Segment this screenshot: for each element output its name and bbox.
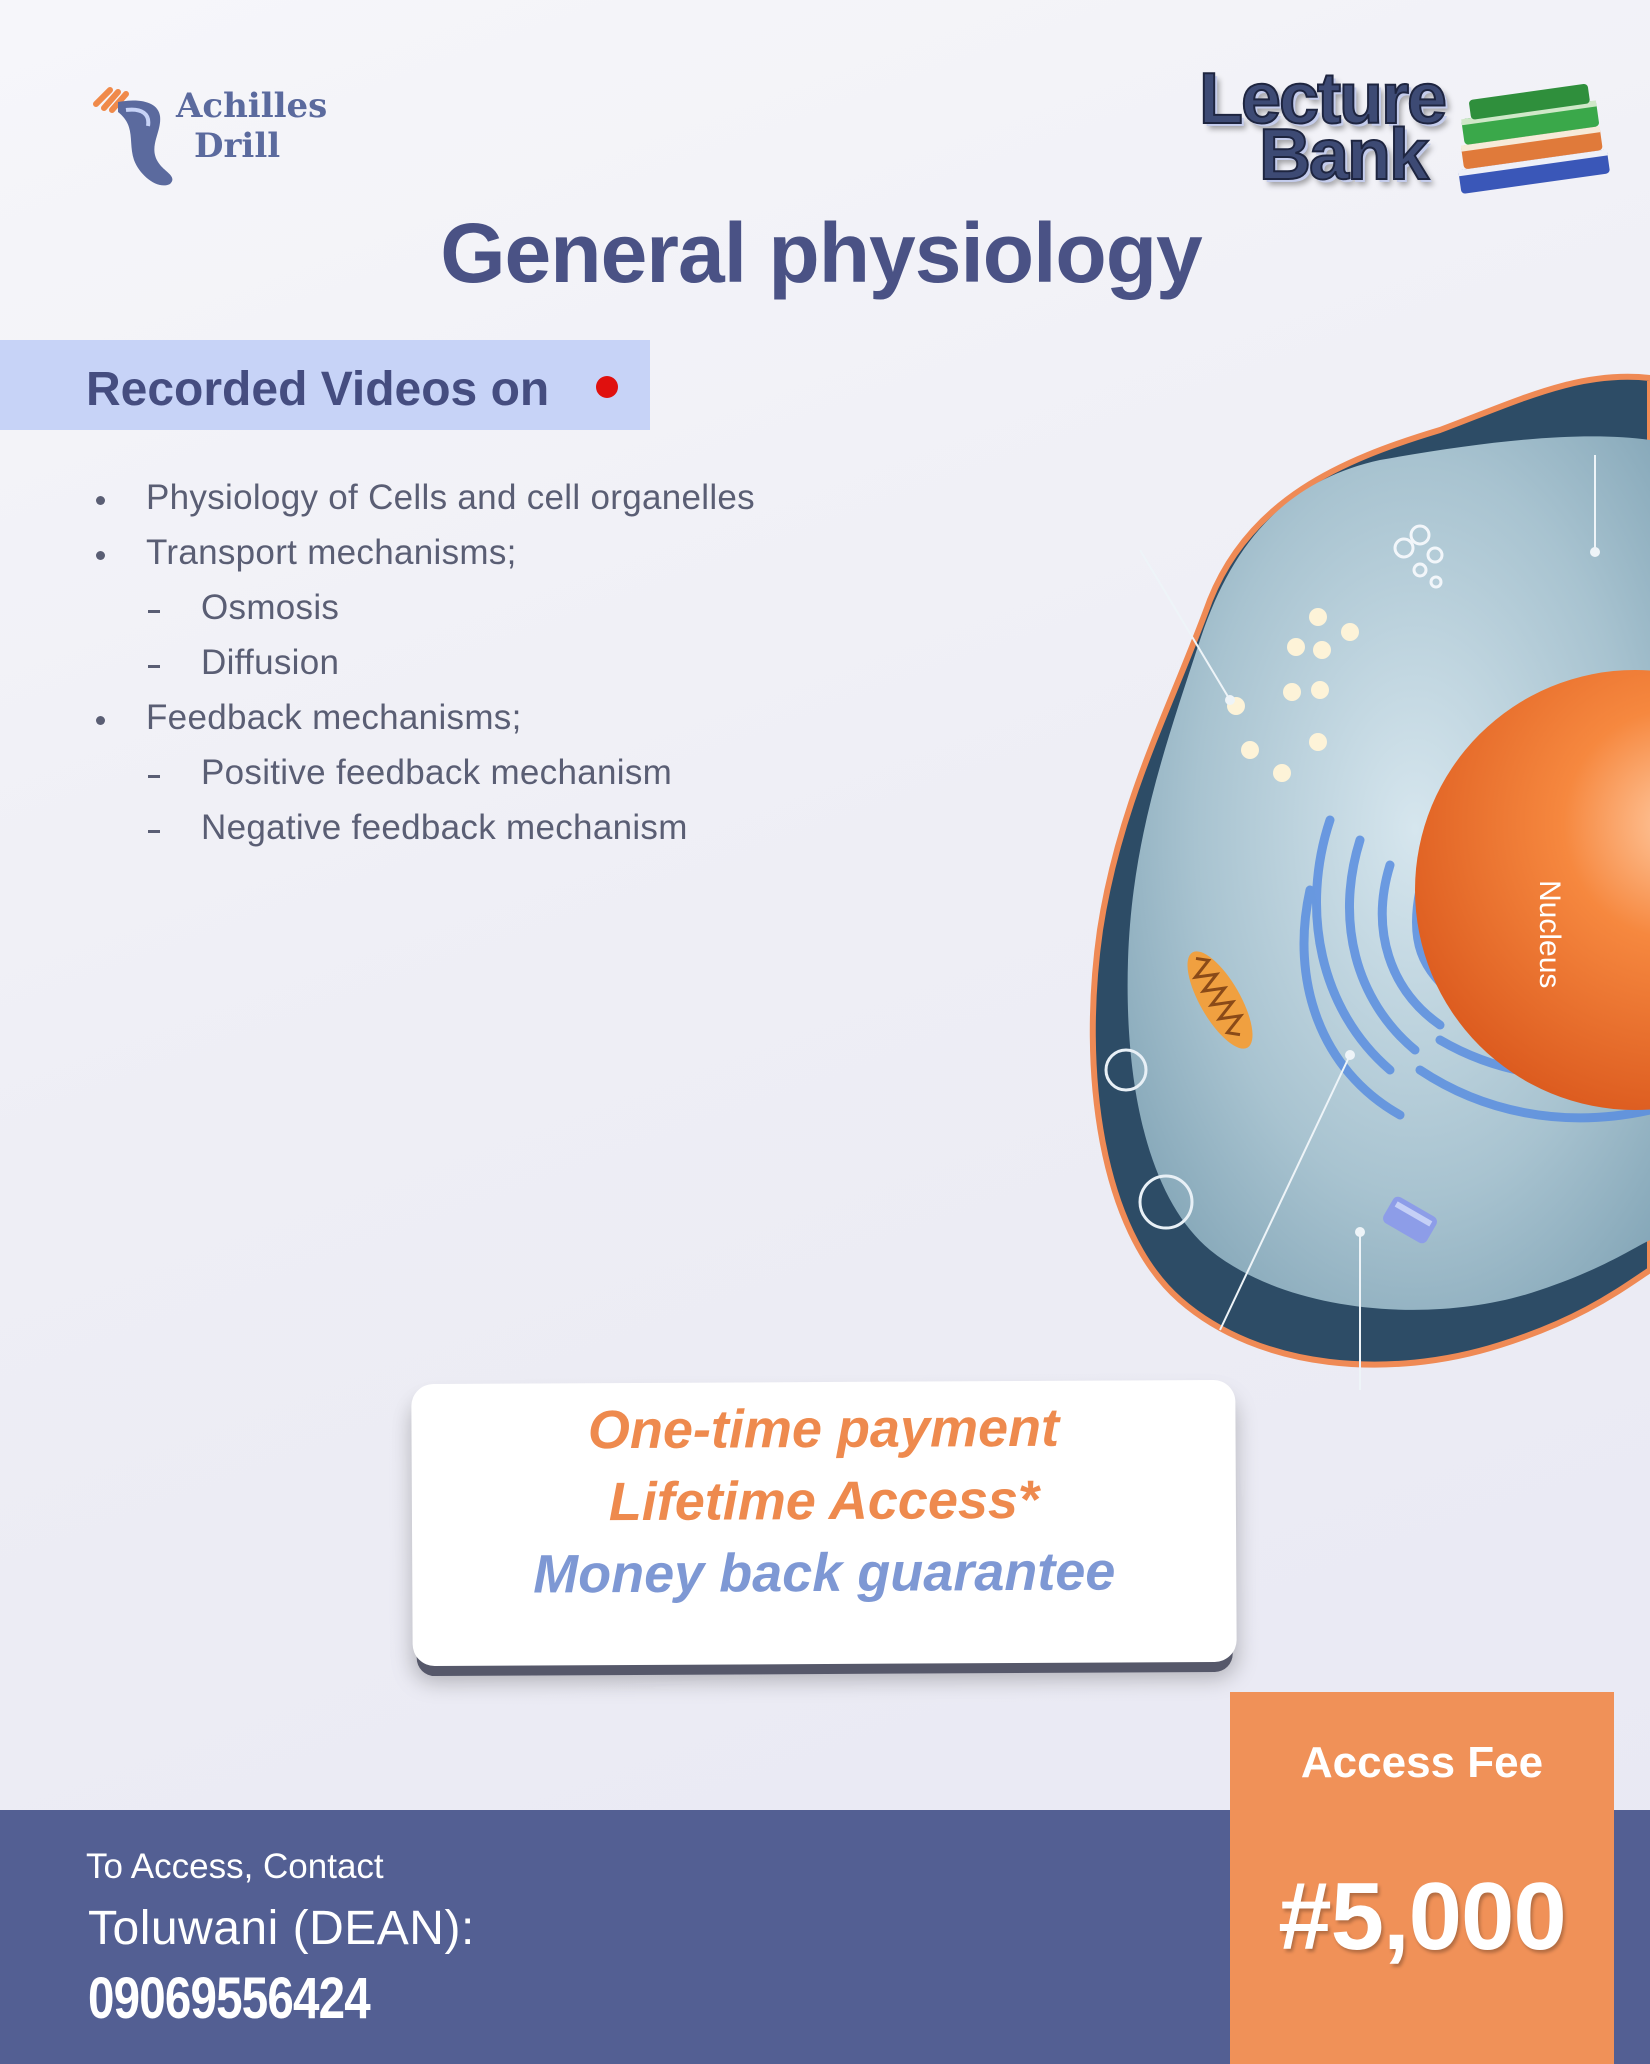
- dash-marker: [148, 610, 160, 613]
- lecture-bank-logo: Lecture Bank: [1195, 58, 1615, 208]
- bullet-marker: [96, 551, 105, 560]
- topic-item: Osmosis: [201, 588, 340, 627]
- dash-marker: [148, 775, 160, 778]
- offer-card: One-time payment Lifetime Access* Money …: [411, 1379, 1237, 1667]
- recorded-videos-label: Recorded Videos on: [86, 363, 550, 416]
- books-icon: [1458, 83, 1610, 194]
- page-title: General physiology: [0, 205, 1650, 302]
- topic-item: Feedback mechanisms;: [146, 698, 522, 737]
- recorded-videos-banner: Recorded Videos on: [0, 340, 650, 430]
- page-title-text: General physiology: [440, 206, 1203, 300]
- contact-name: Toluwani (DEAN):: [88, 1902, 475, 1955]
- lecture-bank-word2: Bank: [1258, 114, 1430, 196]
- offer-money-back: Money back guarantee: [533, 1541, 1116, 1605]
- dash-marker: [148, 665, 160, 668]
- offer-one-time-payment: One-time payment: [587, 1397, 1060, 1461]
- bullet-marker: [96, 496, 105, 505]
- achilles-logo-line2: Drill: [194, 126, 281, 166]
- topic-item: Negative feedback mechanism: [201, 808, 688, 847]
- offer-lifetime-access: Lifetime Access*: [608, 1469, 1040, 1533]
- bullet-marker: [96, 716, 105, 725]
- access-fee-amount: #5,000: [1278, 1863, 1567, 1970]
- achilles-logo-line1: Achilles: [176, 86, 328, 126]
- topic-item: Transport mechanisms;: [146, 533, 517, 572]
- dash-marker: [148, 830, 160, 833]
- access-fee-box: Access Fee #5,000: [1230, 1692, 1614, 2064]
- cell-illustration: Nucleus: [1089, 373, 1650, 1390]
- topic-item: Diffusion: [201, 643, 340, 682]
- contact-phone[interactable]: 09069556424: [88, 1965, 371, 2032]
- contact-label: To Access, Contact: [86, 1847, 384, 1886]
- topic-item: Positive feedback mechanism: [201, 753, 673, 792]
- access-fee-label: Access Fee: [1300, 1738, 1544, 1787]
- topic-item: Physiology of Cells and cell organelles: [146, 478, 755, 517]
- recording-dot-icon: [596, 376, 618, 398]
- achilles-drill-logo: Achilles Drill: [88, 80, 328, 190]
- nucleus-label: Nucleus: [1533, 880, 1566, 988]
